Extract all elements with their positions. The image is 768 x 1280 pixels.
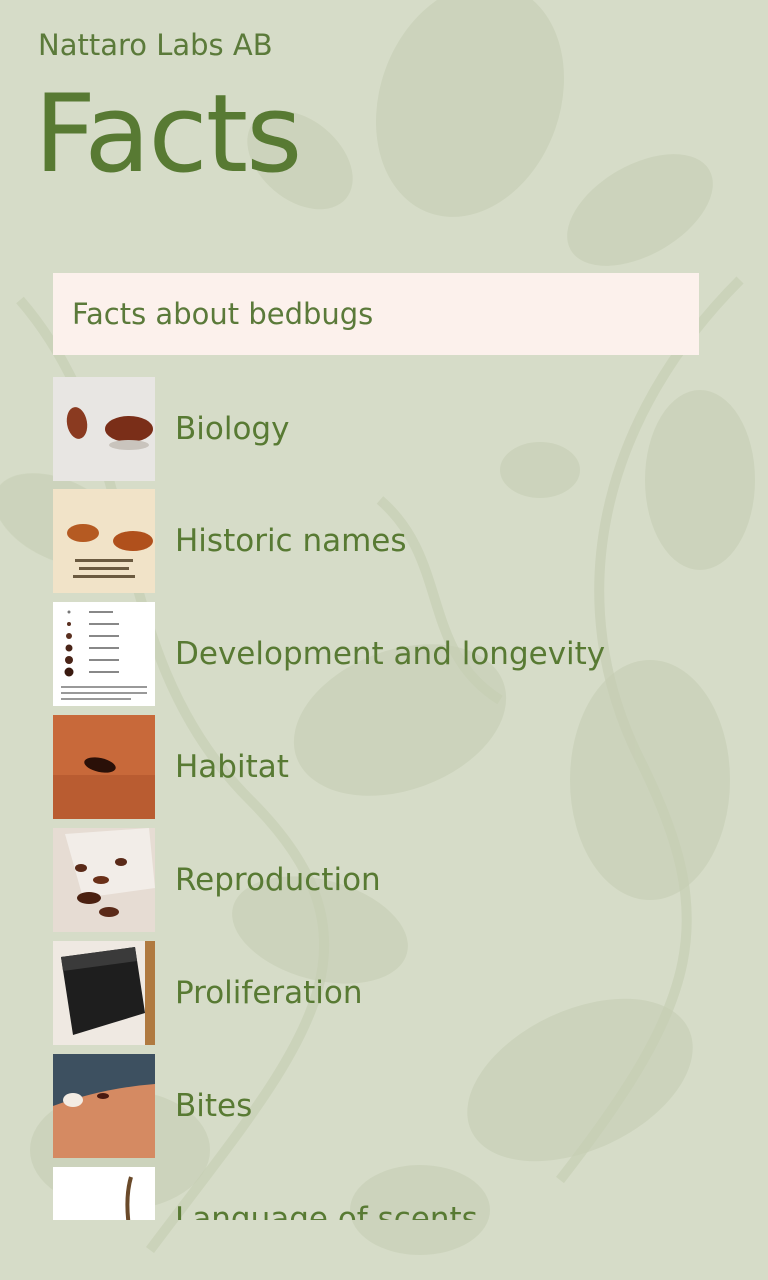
list-item-label: Habitat (175, 749, 289, 785)
page-title: Facts (34, 72, 302, 197)
list-item-biology[interactable]: Biology (53, 377, 753, 481)
list-item-label: Historic names (175, 523, 407, 559)
list-item-language-of-scents[interactable]: Language of scents (53, 1167, 753, 1220)
list-item-label: Biology (175, 411, 290, 447)
suitcase-thumbnail (53, 941, 155, 1045)
list-item-historic-names[interactable]: Historic names (53, 489, 753, 593)
antenna-closeup-thumbnail (53, 1167, 155, 1220)
list-item-label: Proliferation (175, 975, 363, 1011)
list-item-reproduction[interactable]: Reproduction (53, 828, 753, 932)
list-item-label: Reproduction (175, 862, 381, 898)
list-item-proliferation[interactable]: Proliferation (53, 941, 753, 1045)
list-item-development-and-longevity[interactable]: Development and longevity (53, 602, 753, 706)
publisher-name: Nattaro Labs AB (38, 28, 273, 62)
list-item-habitat[interactable]: Habitat (53, 715, 753, 819)
header-box-label: Facts about bedbugs (72, 297, 374, 331)
list-item-label: Bites (175, 1088, 253, 1124)
facts-list[interactable]: Biology Historic names Development and l… (53, 377, 753, 1220)
bedbugs-cluster-thumbnail (53, 828, 155, 932)
list-item-label: Language of scents (175, 1201, 478, 1220)
list-item-label: Development and longevity (175, 636, 606, 672)
bedbug-on-skin-thumbnail (53, 715, 155, 819)
bedbugs-with-caption-thumbnail (53, 489, 155, 593)
list-item-bites[interactable]: Bites (53, 1054, 753, 1158)
bedbug-on-arm-thumbnail (53, 1054, 155, 1158)
facts-about-bedbugs-header[interactable]: Facts about bedbugs (53, 273, 699, 355)
bedbugs-photo-thumbnail (53, 377, 155, 481)
lifecycle-chart-thumbnail (53, 602, 155, 706)
